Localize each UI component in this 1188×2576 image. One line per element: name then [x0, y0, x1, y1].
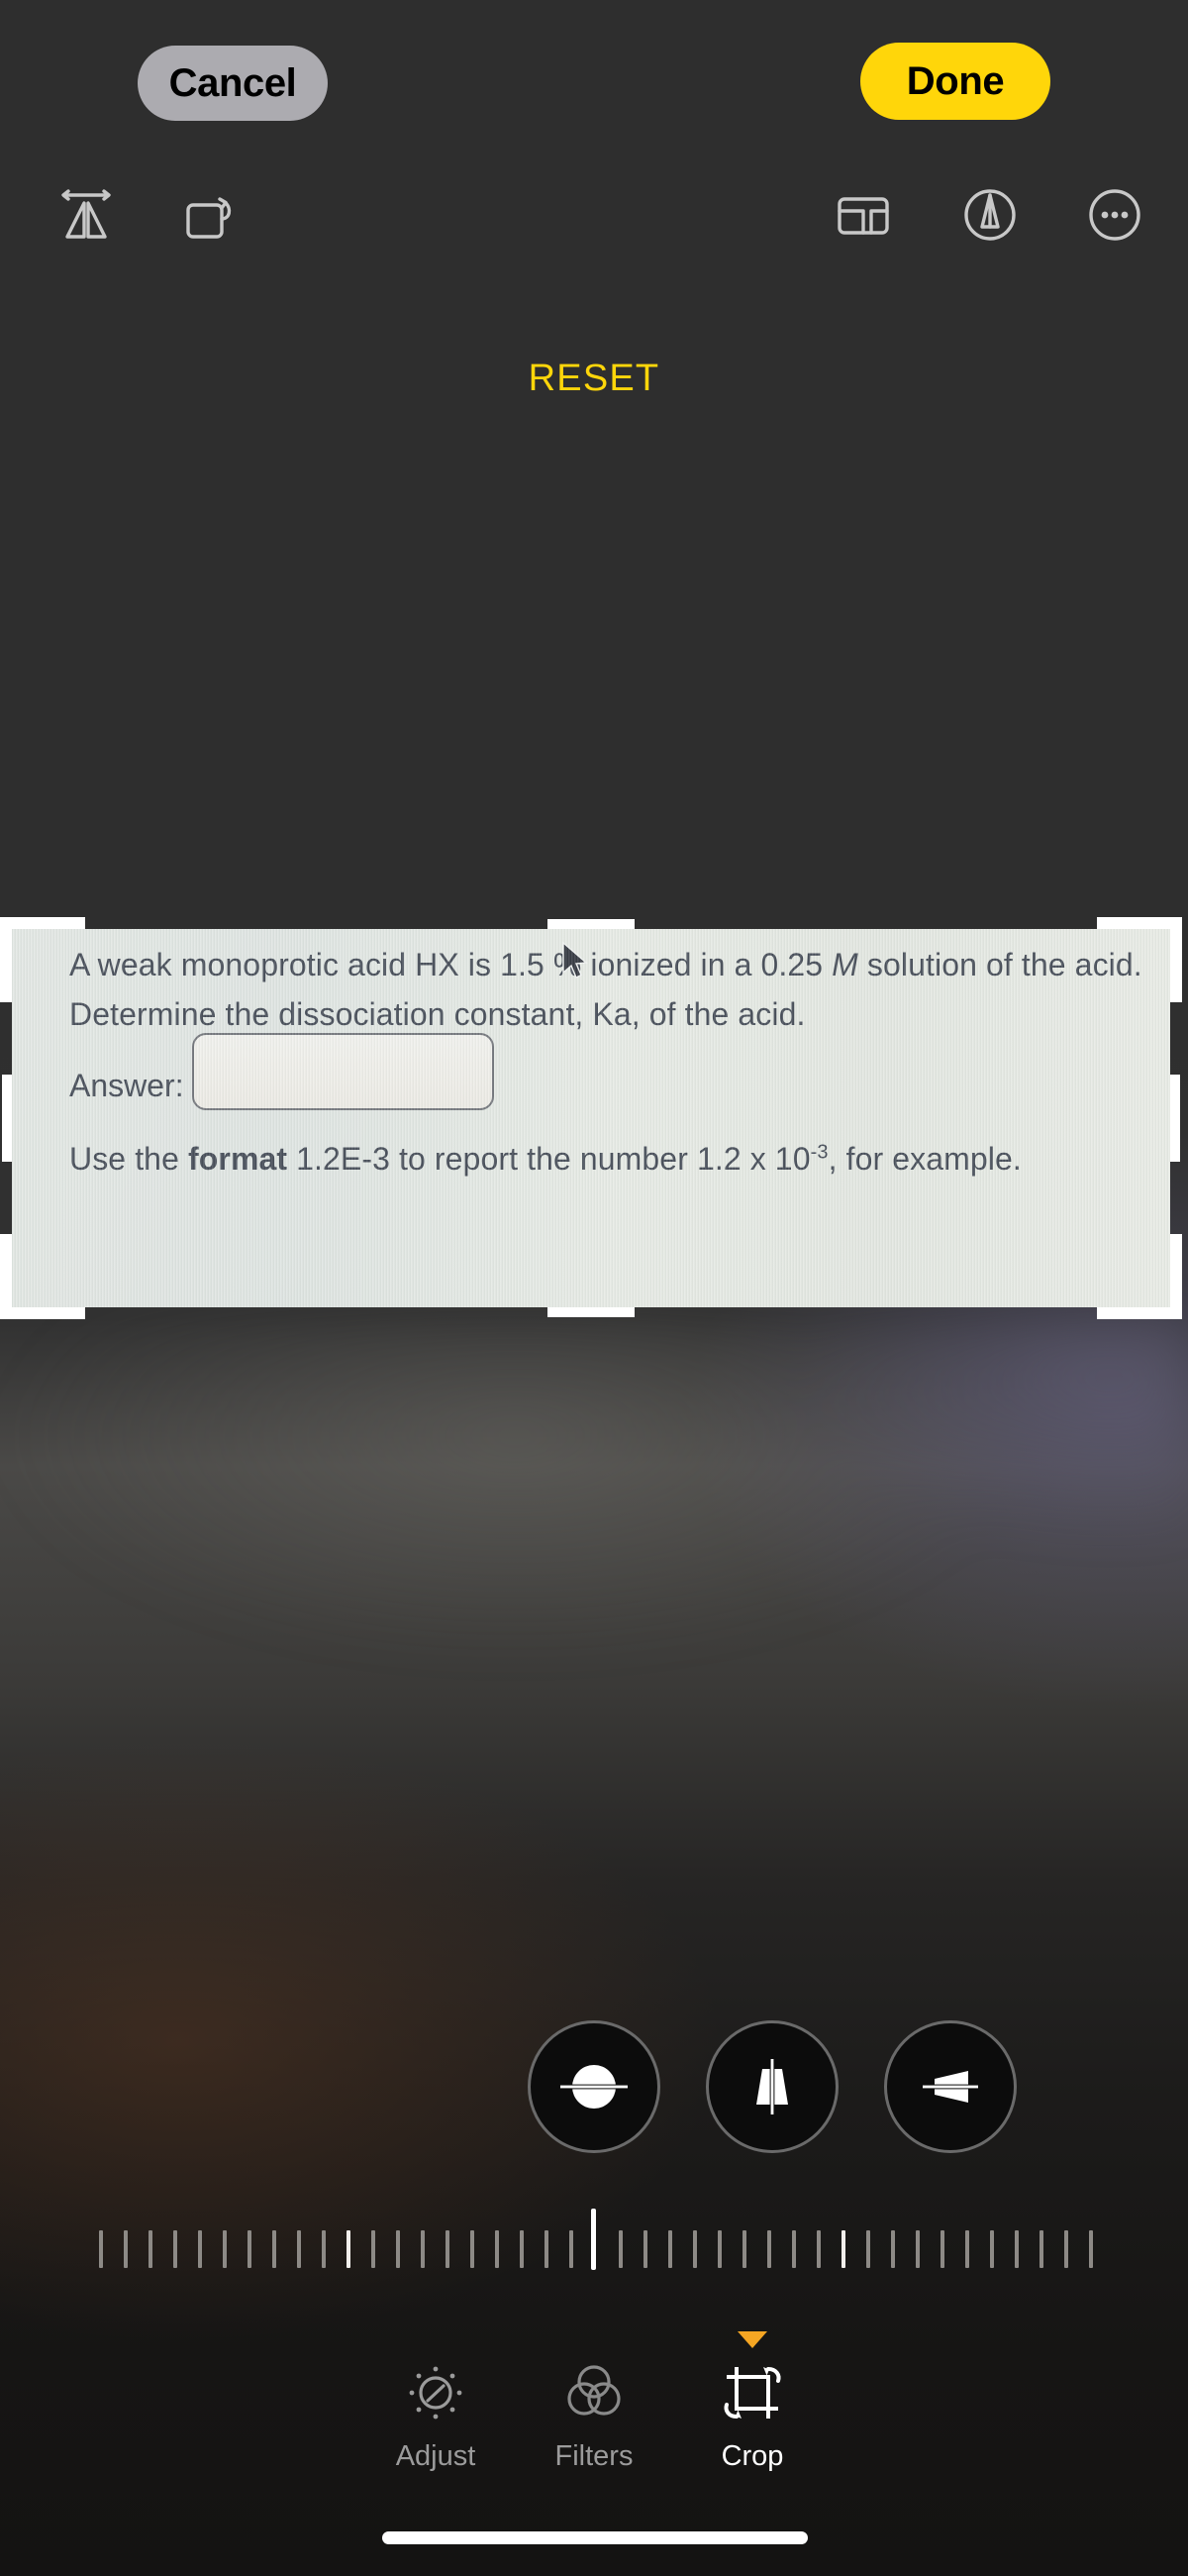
adjust-dial-icon: [398, 2347, 473, 2438]
editor-tab-bar: Adjust Filters Crop: [0, 2331, 1188, 2506]
tab-filters-label: Filters: [554, 2440, 634, 2472]
blurred-photo-glow: [0, 1317, 1188, 2070]
rotation-angle-ruler[interactable]: [0, 2209, 1188, 2270]
vertical-perspective-button[interactable]: [706, 2020, 839, 2153]
horizontal-perspective-button[interactable]: [884, 2020, 1017, 2153]
markup-icon[interactable]: [948, 173, 1032, 257]
crop-handle-top-left-vertical[interactable]: [0, 917, 12, 1002]
crop-handle-edge-left[interactable]: [2, 1075, 12, 1162]
crop-rotate-icon: [715, 2347, 790, 2438]
edit-tool-row: RESET: [0, 173, 1188, 399]
rotate-icon[interactable]: [168, 173, 251, 257]
crop-handle-top-right-vertical[interactable]: [1170, 917, 1182, 1002]
crop-handle-top-left[interactable]: [0, 917, 85, 929]
filters-circles-icon: [556, 2347, 632, 2438]
active-tab-indicator: [738, 2331, 767, 2348]
ruler-value-indicator[interactable]: [591, 2209, 596, 2270]
more-options-icon[interactable]: [1073, 173, 1156, 257]
tab-adjust-label: Adjust: [395, 2440, 476, 2472]
straighten-button[interactable]: [528, 2020, 660, 2153]
flip-horizontal-icon[interactable]: [45, 173, 128, 257]
tab-crop[interactable]: Crop: [653, 2331, 851, 2496]
cancel-button[interactable]: Cancel: [138, 46, 328, 121]
top-action-bar: Cancel Done: [0, 0, 1188, 158]
home-indicator[interactable]: [382, 2531, 808, 2544]
crop-handle-edge-right[interactable]: [1170, 1075, 1180, 1162]
crop-handle-bottom-left-vertical[interactable]: [0, 1234, 12, 1319]
aspect-ratio-icon[interactable]: [822, 173, 905, 257]
crop-handle-bottom-left[interactable]: [0, 1307, 85, 1319]
crop-frame[interactable]: [0, 917, 1182, 1319]
tab-crop-label: Crop: [721, 2440, 784, 2472]
done-button[interactable]: Done: [860, 43, 1050, 120]
crop-handle-edge-bottom[interactable]: [547, 1307, 635, 1317]
crop-handle-bottom-right-vertical[interactable]: [1170, 1234, 1182, 1319]
crop-handle-edge-top[interactable]: [547, 919, 635, 929]
reset-button[interactable]: RESET: [495, 358, 693, 400]
photo-editor-screen: Cancel Done RESET A weak monoprotic acid…: [0, 0, 1188, 2576]
perspective-control-row: [0, 2020, 1188, 2159]
